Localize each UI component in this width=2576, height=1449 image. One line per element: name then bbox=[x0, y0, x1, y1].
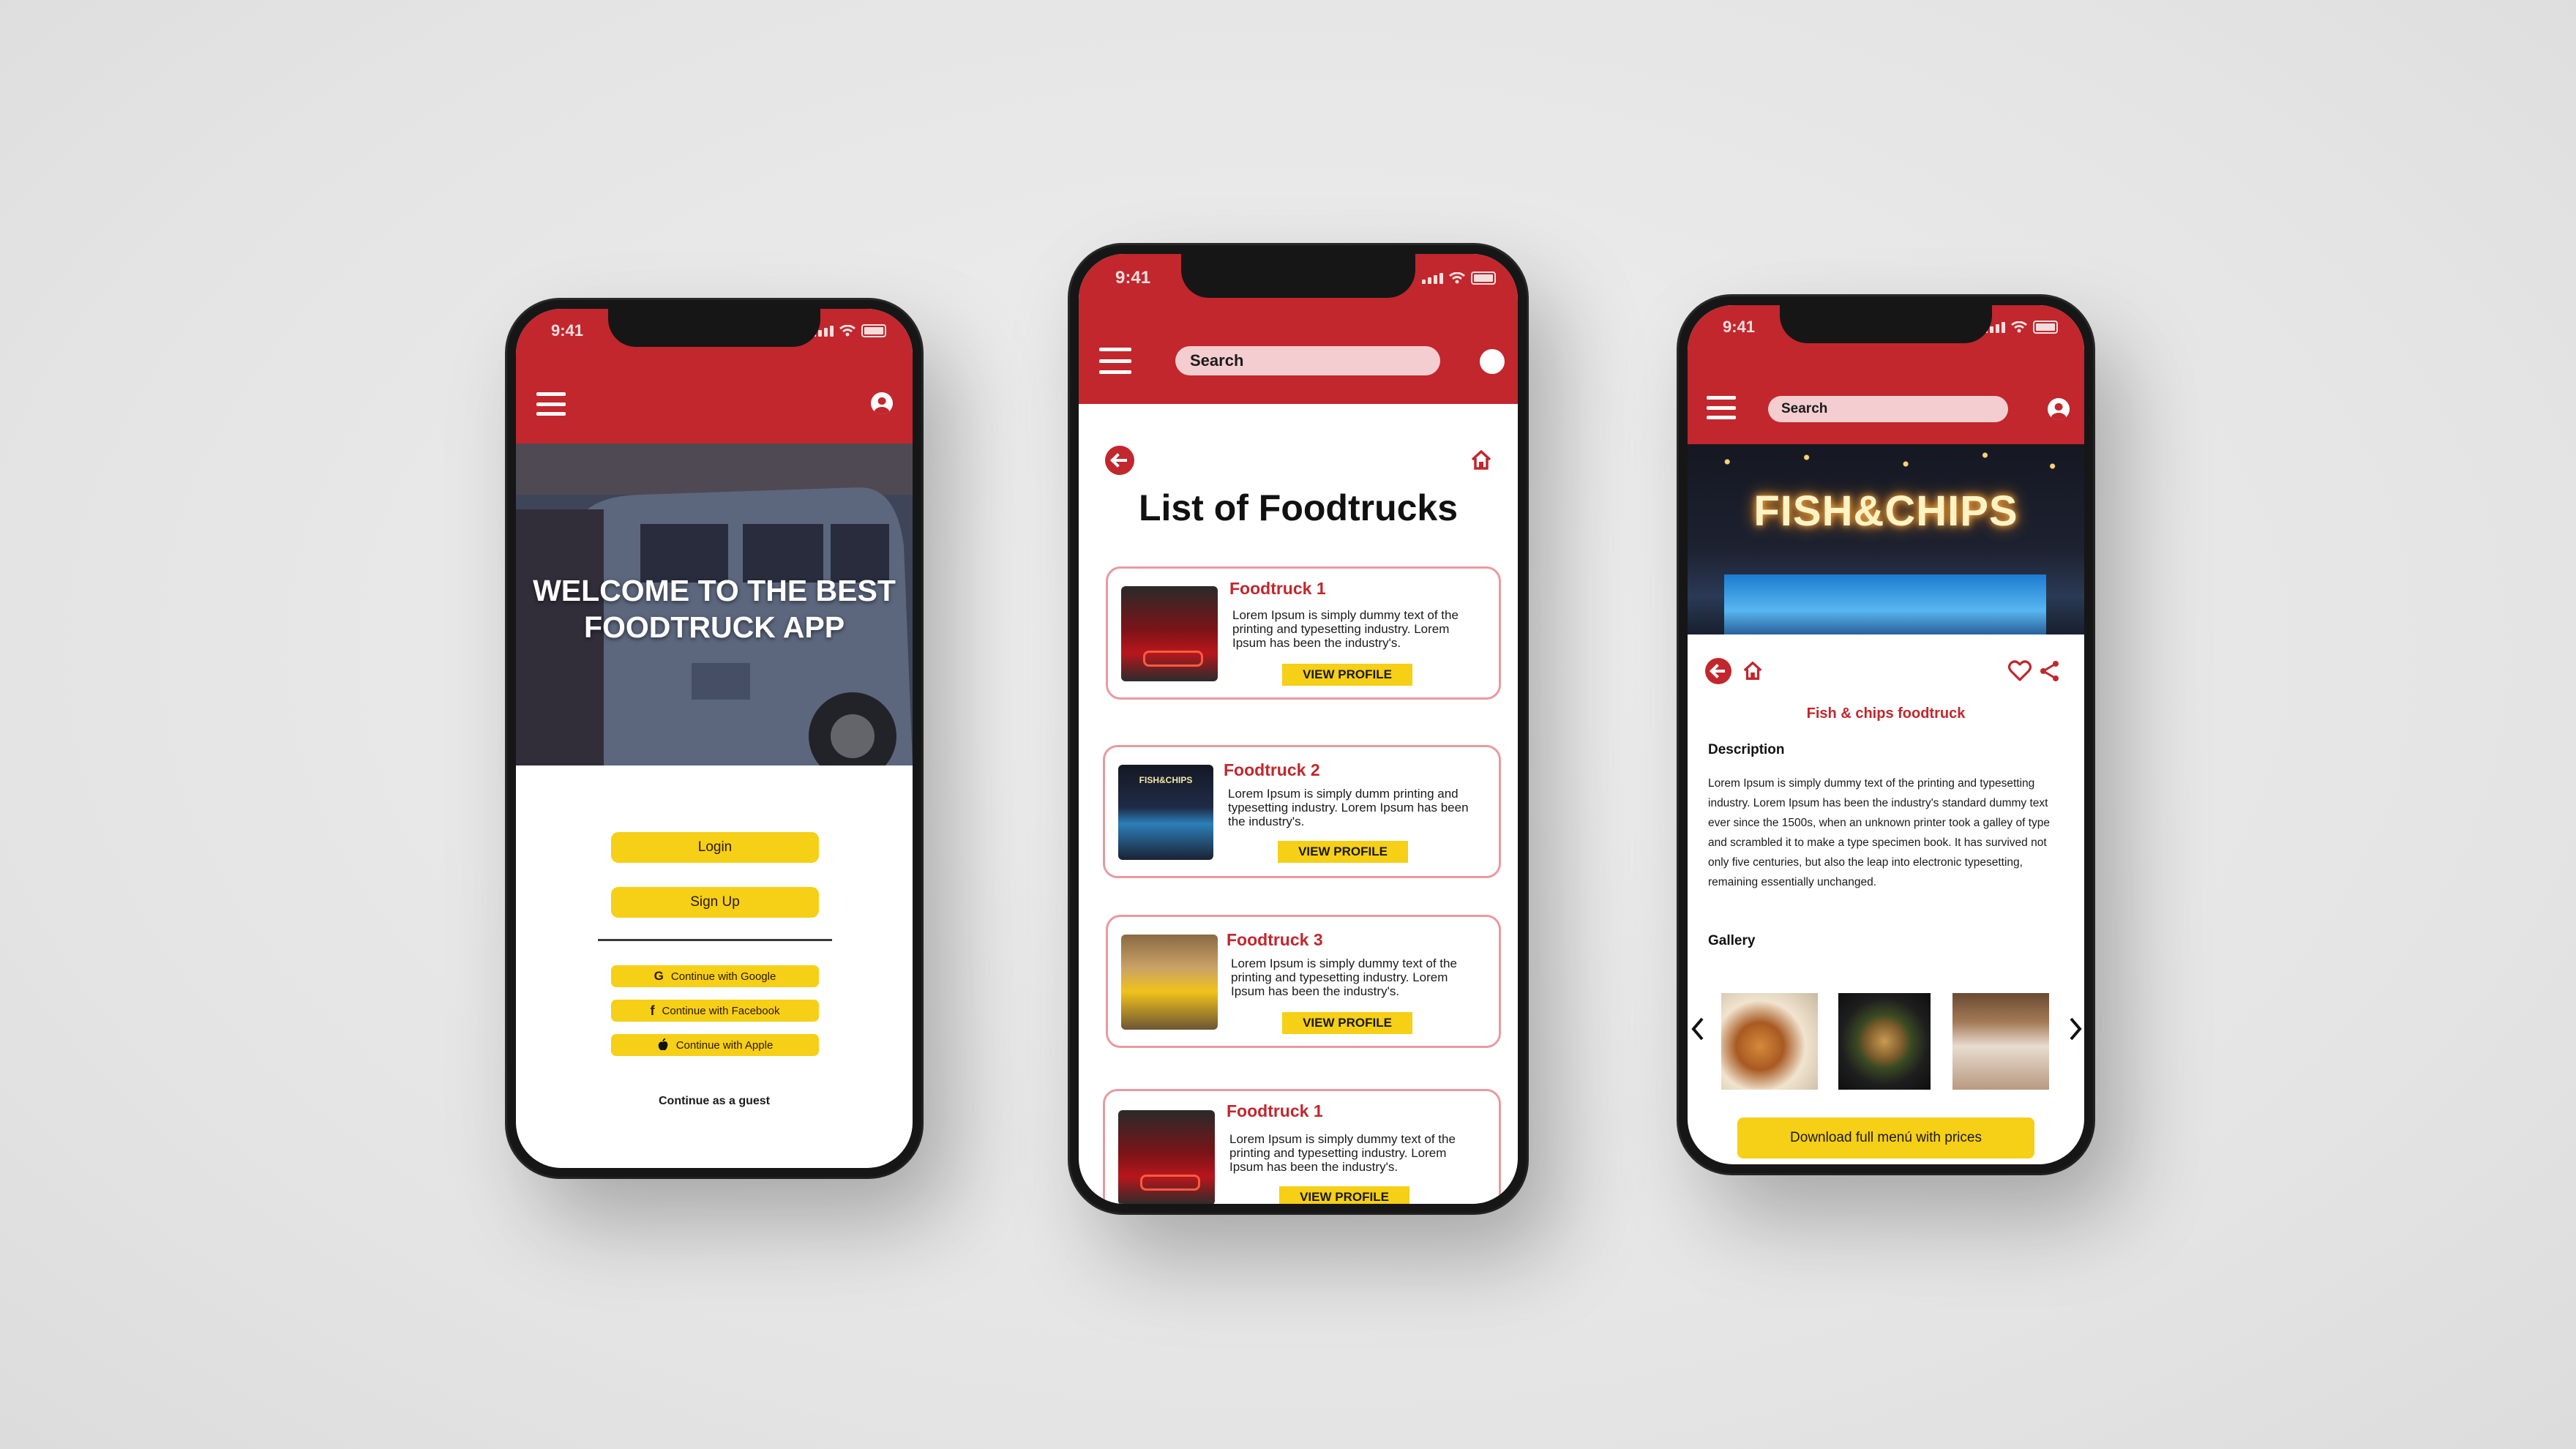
foodtruck-title: Foodtruck 2 bbox=[1224, 760, 1320, 779]
hero-title-line1: WELCOME TO THE BEST bbox=[533, 574, 896, 607]
hamburger-menu-icon[interactable] bbox=[1099, 348, 1131, 374]
status-time: 9:41 bbox=[551, 321, 584, 340]
home-icon[interactable] bbox=[1742, 660, 1764, 682]
search-placeholder: Search bbox=[1190, 351, 1244, 370]
facebook-icon: f bbox=[650, 1003, 655, 1018]
foodtruck-thumbnail bbox=[1121, 586, 1218, 681]
foodtruck-description: Lorem Ipsum is simply dummy text of the … bbox=[1231, 956, 1457, 999]
foodtruck-title: Foodtruck 3 bbox=[1227, 930, 1323, 949]
gallery-prev-icon[interactable] bbox=[1690, 1016, 1705, 1041]
continue-apple-label: Continue with Apple bbox=[675, 1038, 774, 1052]
fairy-lights bbox=[1688, 444, 2084, 488]
apple-icon bbox=[658, 1038, 668, 1051]
description-text: Lorem Ipsum is simply dummy text of the … bbox=[1708, 777, 2051, 888]
hero-image: WELCOME TO THE BEST FOODTRUCK APP bbox=[516, 443, 913, 765]
continue-google-button[interactable]: G Continue with Google bbox=[611, 965, 819, 987]
download-menu-button[interactable]: Download full menú with prices bbox=[1737, 1117, 2034, 1158]
wifi-icon bbox=[1449, 272, 1465, 284]
search-input[interactable]: Search bbox=[1768, 396, 2008, 422]
foodtruck-card[interactable]: Foodtruck 1 Lorem Ipsum is simply dummy … bbox=[1103, 1089, 1501, 1204]
status-icons bbox=[1984, 321, 2058, 334]
list-screen: 9:41 Search List of Foodtrucks Foodtruck… bbox=[1079, 254, 1518, 1204]
view-profile-button[interactable]: VIEW PROFILE bbox=[1279, 1186, 1409, 1204]
foodtruck-thumbnail bbox=[1118, 1110, 1215, 1204]
continue-google-label: Continue with Google bbox=[670, 970, 776, 983]
gallery-image-chicken[interactable] bbox=[1721, 993, 1818, 1090]
foodtruck-card[interactable]: FISH&CHIPS Foodtruck 2 Lorem Ipsum is si… bbox=[1103, 745, 1501, 878]
mockup-background: 9:41 WELCOME TO THE BEST FOODTRUCK APP L… bbox=[0, 0, 2576, 1449]
phone-notch bbox=[1780, 305, 1992, 343]
foodtruck-title: Foodtruck 1 bbox=[1229, 579, 1326, 598]
hamburger-menu-icon[interactable] bbox=[1707, 396, 1736, 419]
gallery-image-milkshake[interactable] bbox=[1952, 993, 2049, 1090]
gallery-next-icon[interactable] bbox=[2068, 1016, 2083, 1041]
back-arrow-icon[interactable] bbox=[1705, 658, 1731, 684]
view-profile-button[interactable]: VIEW PROFILE bbox=[1278, 841, 1408, 863]
hero-title: WELCOME TO THE BEST FOODTRUCK APP bbox=[516, 572, 913, 645]
battery-icon bbox=[2033, 321, 2058, 334]
gallery-heading: Gallery bbox=[1708, 933, 1756, 948]
phone-notch bbox=[608, 309, 820, 347]
phone-notch bbox=[1181, 254, 1415, 298]
home-icon[interactable] bbox=[1469, 449, 1493, 472]
view-profile-button[interactable]: VIEW PROFILE bbox=[1282, 664, 1412, 686]
detail-screen: 9:41 Search FISH&CHIPS Fish & chips food… bbox=[1688, 305, 2084, 1164]
thumb-sign-text: FISH&CHIPS bbox=[1139, 775, 1193, 785]
truck-window bbox=[1724, 574, 2046, 634]
phone-detail: 9:41 Search FISH&CHIPS Fish & chips food… bbox=[1679, 296, 2093, 1173]
login-button[interactable]: Login bbox=[611, 832, 819, 863]
foodtruck-thumbnail: FISH&CHIPS bbox=[1118, 765, 1213, 860]
hero-sign: FISH&CHIPS bbox=[1753, 487, 2018, 535]
truck-name: Fish & chips foodtruck bbox=[1806, 705, 1966, 722]
phone-list: 9:41 Search List of Foodtrucks Foodtruck… bbox=[1070, 245, 1527, 1213]
wifi-icon bbox=[2011, 321, 2027, 333]
description-heading: Description bbox=[1708, 742, 1785, 757]
divider bbox=[598, 939, 832, 941]
foodtruck-description: Lorem Ipsum is simply dummy text of the … bbox=[1229, 1132, 1456, 1175]
status-time: 9:41 bbox=[1115, 268, 1151, 288]
foodtruck-card[interactable]: Foodtruck 1 Lorem Ipsum is simply dummy … bbox=[1106, 566, 1501, 700]
wifi-icon bbox=[839, 325, 855, 337]
hamburger-menu-icon[interactable] bbox=[536, 392, 566, 416]
search-submit-circle[interactable] bbox=[1480, 349, 1505, 374]
battery-icon bbox=[861, 324, 886, 337]
share-icon[interactable] bbox=[2039, 660, 2061, 682]
status-time: 9:41 bbox=[1723, 318, 1756, 336]
battery-icon bbox=[1471, 272, 1496, 285]
continue-facebook-label: Continue with Facebook bbox=[662, 1004, 780, 1017]
back-arrow-icon[interactable] bbox=[1105, 446, 1134, 475]
view-profile-button[interactable]: VIEW PROFILE bbox=[1282, 1012, 1412, 1034]
heart-icon[interactable] bbox=[2008, 660, 2032, 682]
foodtruck-description: Lorem Ipsum is simply dummy text of the … bbox=[1232, 608, 1459, 651]
signal-icon bbox=[1422, 272, 1443, 284]
status-icons bbox=[812, 324, 886, 337]
hero-image: FISH&CHIPS bbox=[1688, 444, 2084, 634]
continue-facebook-button[interactable]: f Continue with Facebook bbox=[611, 1000, 819, 1022]
signup-button[interactable]: Sign Up bbox=[611, 887, 819, 918]
user-circle-icon[interactable] bbox=[2048, 398, 2070, 420]
neon-sign-shape bbox=[1143, 651, 1203, 667]
foodtruck-title: Foodtruck 1 bbox=[1227, 1101, 1323, 1120]
hero-title-line2: FOODTRUCK APP bbox=[583, 610, 845, 644]
page-title: List of Foodtrucks bbox=[1138, 487, 1459, 528]
google-icon: G bbox=[654, 969, 664, 983]
neon-sign-shape bbox=[1140, 1175, 1200, 1191]
continue-apple-button[interactable]: Continue with Apple bbox=[611, 1034, 819, 1056]
continue-guest-link[interactable]: Continue as a guest bbox=[516, 1095, 913, 1108]
phone-welcome: 9:41 WELCOME TO THE BEST FOODTRUCK APP L… bbox=[507, 300, 921, 1177]
gallery-image-sandwich[interactable] bbox=[1838, 993, 1931, 1090]
foodtruck-thumbnail bbox=[1121, 935, 1218, 1030]
foodtruck-description: Lorem Ipsum is simply dumm printing and … bbox=[1228, 787, 1469, 829]
search-input[interactable]: Search bbox=[1175, 346, 1440, 375]
foodtruck-card[interactable]: Foodtruck 3 Lorem Ipsum is simply dummy … bbox=[1106, 915, 1501, 1048]
status-icons bbox=[1422, 272, 1496, 285]
user-circle-icon[interactable] bbox=[871, 392, 893, 414]
search-placeholder: Search bbox=[1781, 401, 1828, 416]
welcome-screen: 9:41 WELCOME TO THE BEST FOODTRUCK APP L… bbox=[516, 309, 913, 1168]
